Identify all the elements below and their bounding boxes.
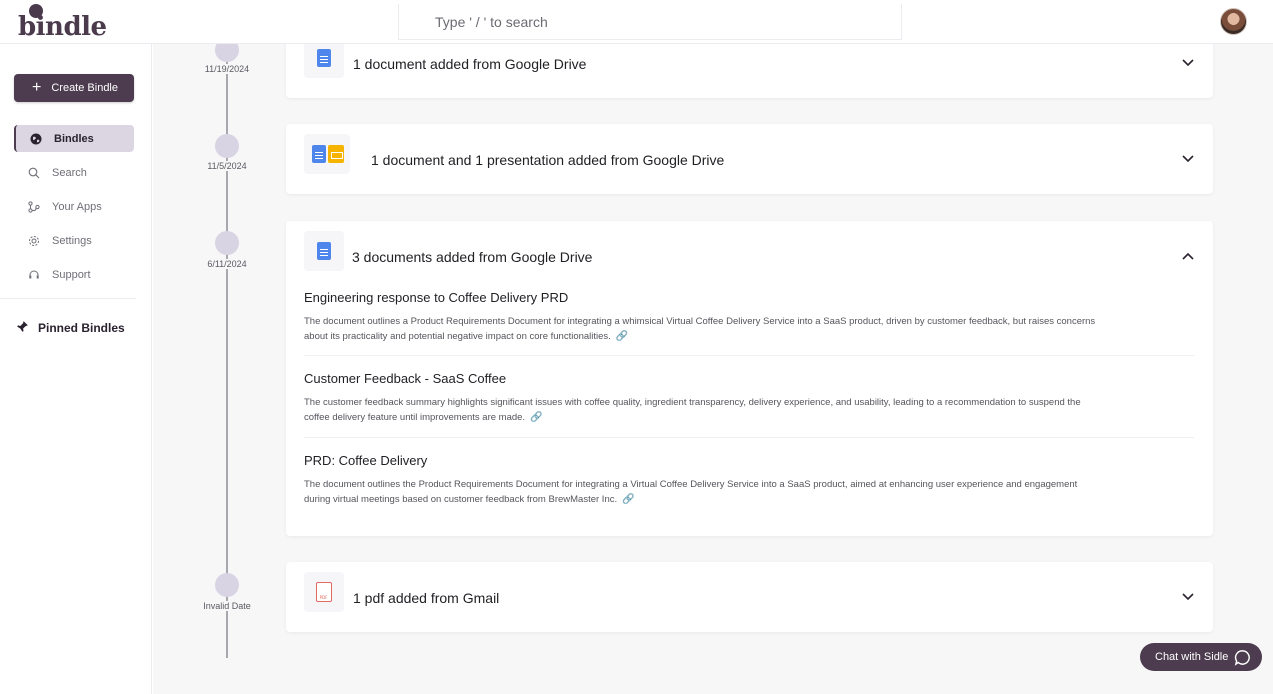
- entry-divider: [304, 355, 1194, 356]
- create-bindle-label: Create Bindle: [51, 82, 118, 94]
- chevron-down-icon[interactable]: [1181, 154, 1195, 164]
- google-slides-icon: [328, 145, 344, 163]
- document-summary: The document outlines a Product Requirem…: [304, 314, 1194, 344]
- pinned-bindles-header[interactable]: Pinned Bindles: [16, 320, 125, 336]
- chat-with-sidle-button[interactable]: Chat with Sidle: [1140, 643, 1262, 671]
- timeline-date: 6/11/2024: [182, 259, 272, 269]
- sidebar-item-label: Your Apps: [52, 200, 102, 213]
- document-summary: The customer feedback summary highlights…: [304, 395, 1194, 425]
- timeline-date: 11/19/2024: [182, 64, 272, 74]
- summary-line: The customer feedback summary highlights…: [304, 397, 1081, 408]
- timeline-card[interactable]: 1 pdf added from Gmail: [286, 562, 1213, 632]
- sidebar-item-label: Support: [52, 268, 91, 281]
- timeline-node: [215, 231, 239, 255]
- sidebar-item-settings[interactable]: Settings: [14, 227, 134, 254]
- google-docs-icon: [317, 242, 331, 260]
- sidebar-item-label: Bindles: [54, 132, 94, 145]
- user-avatar[interactable]: [1220, 8, 1247, 35]
- sidebar-item-your-apps[interactable]: Your Apps: [14, 193, 134, 220]
- chat-bubble-icon: [1235, 649, 1251, 666]
- top-bar: bindle Type ' / ' to search: [0, 0, 1273, 44]
- document-title[interactable]: Customer Feedback - SaaS Coffee: [304, 371, 1194, 386]
- google-docs-icon: [312, 145, 326, 163]
- timeline-card-expanded[interactable]: 3 documents added from Google Drive Engi…: [286, 221, 1213, 536]
- timeline-node: [215, 573, 239, 597]
- card-icon-box: [304, 134, 350, 174]
- document-title[interactable]: PRD: Coffee Delivery: [304, 453, 1194, 468]
- search-input[interactable]: Type ' / ' to search: [398, 4, 902, 40]
- card-title: 1 pdf added from Gmail: [353, 590, 500, 606]
- document-entry[interactable]: Engineering response to Coffee Delivery …: [304, 290, 1194, 344]
- globe-icon: [30, 133, 42, 145]
- chevron-down-icon[interactable]: [1181, 58, 1195, 68]
- card-title: 3 documents added from Google Drive: [352, 249, 593, 265]
- sidebar-item-label: Search: [52, 166, 87, 179]
- create-bindle-button[interactable]: + Create Bindle: [14, 74, 134, 102]
- plus-icon: +: [32, 79, 42, 96]
- card-title: 1 document and 1 presentation added from…: [371, 152, 725, 168]
- card-title: 1 document added from Google Drive: [353, 56, 587, 72]
- link-icon[interactable]: 🔗: [622, 492, 634, 507]
- sidebar: + Create Bindle Bindles Search Your Apps…: [0, 44, 152, 694]
- apps-icon: [28, 200, 40, 213]
- sidebar-item-support[interactable]: Support: [14, 261, 134, 288]
- search-placeholder: Type ' / ' to search: [435, 14, 548, 30]
- timeline-node: [215, 134, 239, 158]
- card-header[interactable]: 3 documents added from Google Drive: [286, 221, 1213, 291]
- gear-icon: [28, 235, 40, 247]
- pdf-icon: [316, 582, 332, 602]
- document-entry[interactable]: PRD: Coffee Delivery The document outlin…: [304, 453, 1194, 507]
- sidebar-item-search[interactable]: Search: [14, 159, 134, 186]
- link-icon[interactable]: 🔗: [616, 329, 628, 344]
- card-icon-box: [304, 231, 344, 271]
- card-header[interactable]: 1 pdf added from Gmail: [286, 562, 1213, 632]
- summary-line: The document outlines the Product Requir…: [304, 479, 1078, 490]
- chat-button-label: Chat with Sidle: [1155, 651, 1229, 663]
- timeline-card[interactable]: 1 document and 1 presentation added from…: [286, 124, 1213, 194]
- pin-icon: [16, 320, 29, 336]
- document-summary: The document outlines the Product Requir…: [304, 477, 1194, 507]
- headset-icon: [28, 269, 40, 281]
- card-header[interactable]: 1 document and 1 presentation added from…: [286, 124, 1213, 194]
- document-entry[interactable]: Customer Feedback - SaaS Coffee The cust…: [304, 371, 1194, 425]
- sidebar-item-label: Settings: [52, 234, 92, 247]
- summary-line: during virtual meetings based on custome…: [304, 494, 618, 505]
- main-content: 11/19/2024 11/5/2024 6/11/2024 Invalid D…: [153, 28, 1273, 694]
- search-icon: [28, 167, 40, 179]
- pinned-bindles-label: Pinned Bindles: [38, 321, 125, 335]
- logo-text: bindle: [18, 12, 107, 42]
- card-icon-box: [304, 38, 344, 78]
- timeline-date: 11/5/2024: [182, 161, 272, 171]
- sidebar-item-bindles[interactable]: Bindles: [14, 125, 134, 152]
- card-icon-box: [304, 572, 344, 612]
- google-docs-icon: [317, 49, 331, 67]
- summary-line: about its practicality and potential neg…: [304, 331, 611, 342]
- link-icon[interactable]: 🔗: [530, 410, 542, 425]
- summary-line: The document outlines a Product Requirem…: [304, 316, 1096, 327]
- chevron-down-icon[interactable]: [1181, 592, 1195, 602]
- summary-line: coffee delivery feature until improvemen…: [304, 412, 526, 423]
- bindle-logo[interactable]: bindle: [18, 4, 107, 42]
- document-title[interactable]: Engineering response to Coffee Delivery …: [304, 290, 1194, 305]
- sidebar-divider: [0, 298, 136, 299]
- chevron-up-icon[interactable]: [1181, 251, 1195, 261]
- timeline-date: Invalid Date: [182, 601, 272, 611]
- entry-divider: [304, 437, 1194, 438]
